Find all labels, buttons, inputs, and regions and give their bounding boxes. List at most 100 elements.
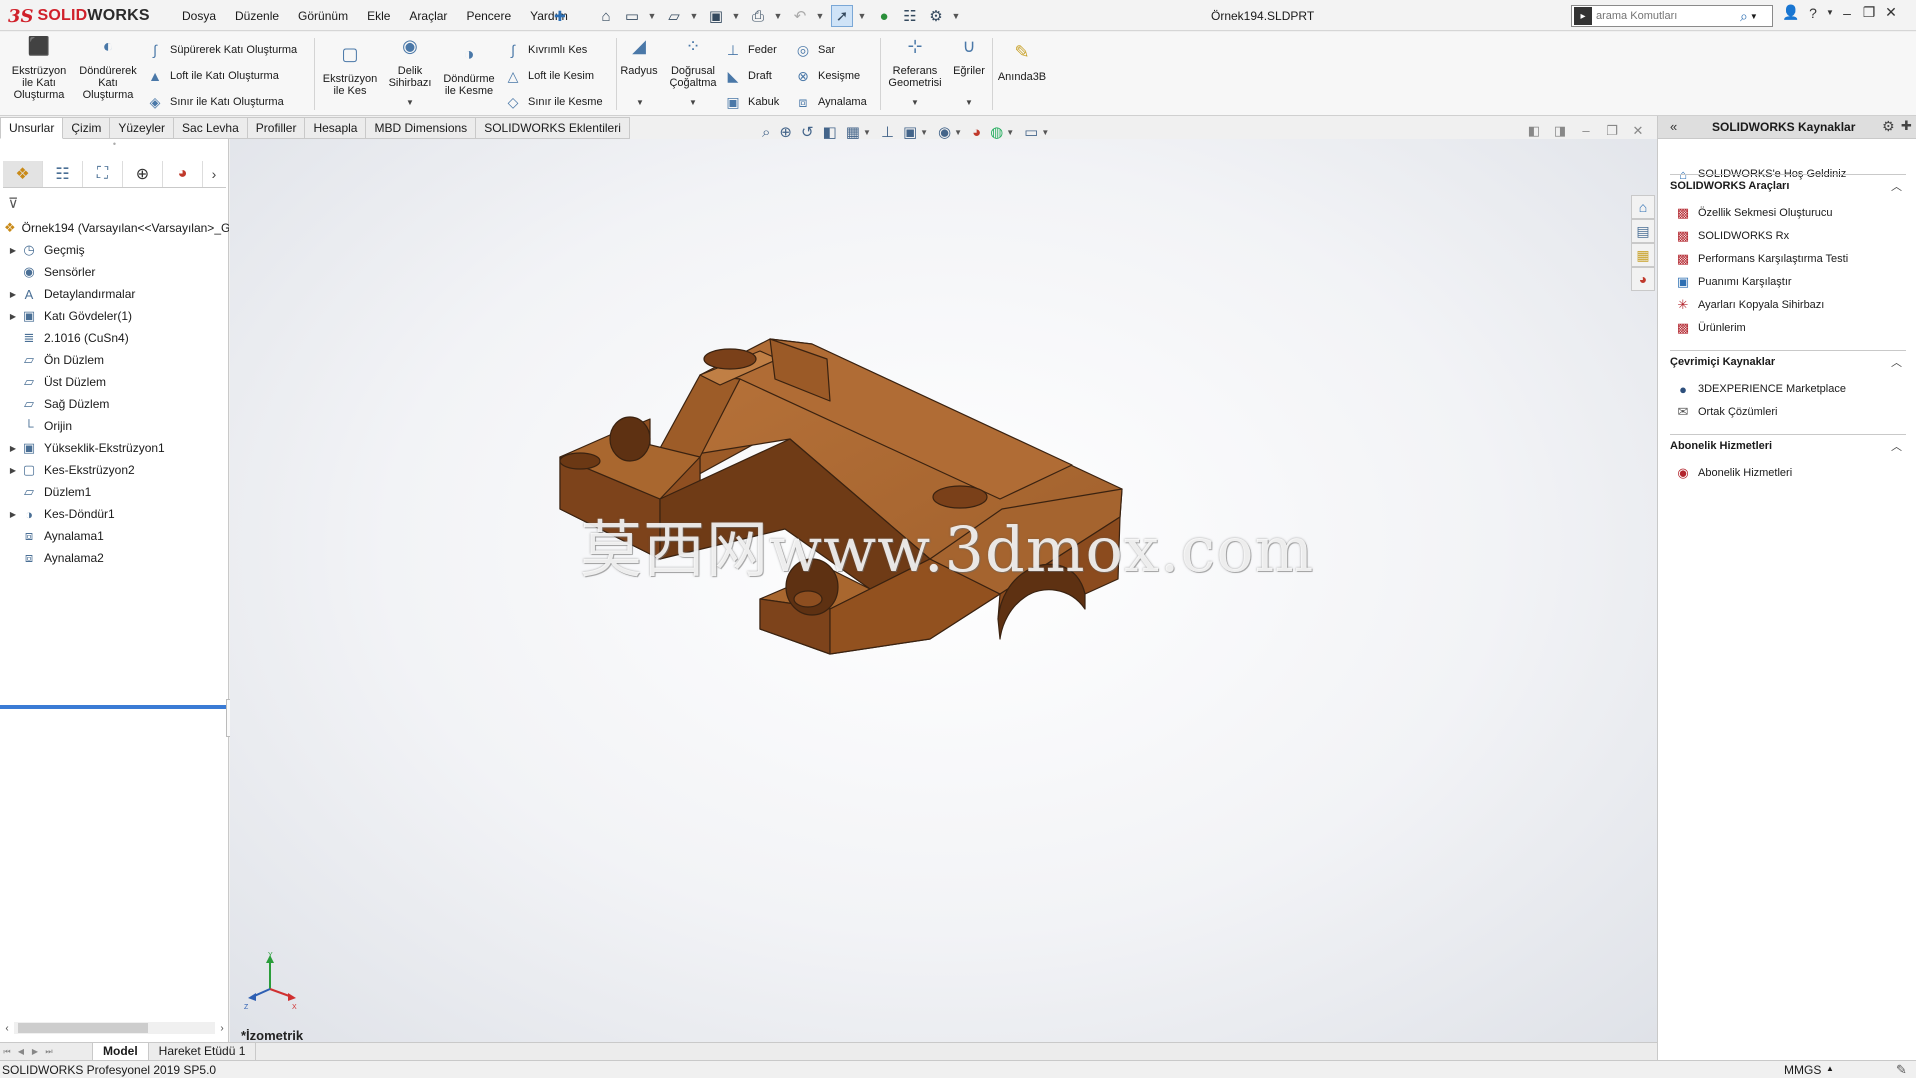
scroll-thumb[interactable] xyxy=(18,1023,148,1033)
select-cursor-icon[interactable]: ➚ xyxy=(831,5,853,27)
swept-cut-button[interactable]: ∫ Kıvrımlı Kes xyxy=(504,40,587,60)
previous-tab-icon[interactable]: ◀ xyxy=(14,1047,28,1056)
reference-triad[interactable]: Y X Z xyxy=(242,951,302,1011)
linear-pattern-button[interactable]: ⁘ Doğrusal Çoğaltma xyxy=(662,37,724,89)
next-tab-icon[interactable]: ▶ xyxy=(28,1047,42,1056)
first-tab-icon[interactable]: ⏮ xyxy=(0,1047,14,1057)
tp-item[interactable]: ▩ SOLIDWORKS Rx xyxy=(1674,226,1789,246)
search-mode-icon[interactable]: ▸ xyxy=(1574,7,1592,25)
search-icon[interactable]: ⌕ xyxy=(1740,8,1748,25)
command-search[interactable]: ▸ ⌕ ▼ xyxy=(1571,5,1773,27)
tile-left-icon[interactable]: ◧ xyxy=(1521,123,1547,139)
chevron-up-icon[interactable]: ︿ xyxy=(1891,438,1902,454)
tp-item[interactable]: ▩ Özellik Sekmesi Oluşturucu xyxy=(1674,203,1833,223)
unit-system[interactable]: MMGS xyxy=(1784,1063,1821,1077)
chevron-up-icon[interactable]: ︿ xyxy=(1891,178,1902,194)
extrude-cut-button[interactable]: ▢ Ekstrüzyon ile Kes xyxy=(318,45,382,97)
save-dropdown-icon[interactable]: ▼ xyxy=(731,5,741,27)
home-icon[interactable]: ⌂ xyxy=(595,5,617,27)
more-tabs-chevron-icon[interactable]: › xyxy=(203,161,225,187)
tree-item[interactable]: ◉ Sensörler xyxy=(0,261,229,283)
file-explorer-icon[interactable]: ▦ xyxy=(1631,243,1655,267)
revolve-boss-button[interactable]: ◐ Döndürerek Katı Oluşturma xyxy=(76,37,140,101)
expand-arrow-icon[interactable]: ▶ xyxy=(6,312,20,321)
tab-profiles[interactable]: Profiller xyxy=(247,117,306,139)
tree-item[interactable]: ▱ Sağ Düzlem xyxy=(0,393,229,415)
expand-arrow-icon[interactable]: ▶ xyxy=(6,290,20,299)
view-orientation-dropdown-icon[interactable]: ▼ xyxy=(863,128,871,137)
search-input[interactable] xyxy=(1596,10,1736,22)
feature-manager-tab-icon[interactable]: ❖ xyxy=(3,161,43,187)
tree-item[interactable]: ▱ Üst Düzlem xyxy=(0,371,229,393)
tp-item[interactable]: ◉ Abonelik Hizmetleri xyxy=(1674,463,1792,483)
expand-arrow-icon[interactable]: ▶ xyxy=(6,246,20,255)
extrude-boss-button[interactable]: ⬛ Ekstrüzyon ile Katı Oluşturma xyxy=(8,37,70,101)
tp-item[interactable]: ▩ Performans Karşılaştırma Testi xyxy=(1674,249,1848,269)
expand-arrow-icon[interactable]: ▶ xyxy=(6,444,20,453)
boundary-boss-button[interactable]: ◈ Sınır ile Katı Oluşturma xyxy=(146,92,284,112)
intersect-button[interactable]: ⊗ Kesişme xyxy=(794,66,860,86)
tree-item[interactable]: ▶ A Detaylandırmalar xyxy=(0,283,229,305)
property-manager-tab-icon[interactable]: ☷ xyxy=(43,161,83,187)
hole-wizard-dropdown-icon[interactable]: ▼ xyxy=(406,98,414,107)
collapse-pane-icon[interactable]: « xyxy=(1670,119,1677,134)
tree-item[interactable]: ▶ ▢ Kes-Ekstrüzyon2 xyxy=(0,459,229,481)
new-document-icon[interactable]: ▭ xyxy=(621,5,643,27)
edit-appearance-icon[interactable]: ◕ xyxy=(972,124,981,141)
tab-sketch[interactable]: Çizim xyxy=(63,117,111,139)
scroll-left-icon[interactable]: ‹ xyxy=(0,1023,14,1034)
user-icon[interactable]: 👤 xyxy=(1780,4,1802,21)
expand-arrow-icon[interactable]: ▶ xyxy=(6,466,20,475)
tab-evaluate[interactable]: Hesapla xyxy=(305,117,367,139)
print-dropdown-icon[interactable]: ▼ xyxy=(773,5,783,27)
task-pane-settings-icon[interactable]: ⚙ xyxy=(1882,118,1895,135)
tree-item[interactable]: ⧈ Aynalama1 xyxy=(0,525,229,547)
undo-icon[interactable]: ↶ xyxy=(789,5,811,27)
print-icon[interactable]: ⎙ xyxy=(747,5,769,27)
draft-button[interactable]: ◣ Draft xyxy=(724,66,772,86)
section-solidworks-tools[interactable]: SOLIDWORKS Araçları ︿ xyxy=(1670,174,1906,194)
curves-dropdown-icon[interactable]: ▼ xyxy=(965,98,973,107)
fillet-button[interactable]: ◢ Radyus xyxy=(618,37,660,77)
menu-insert[interactable]: Ekle xyxy=(367,9,390,23)
design-library-icon[interactable]: ▤ xyxy=(1631,219,1655,243)
curves-button[interactable]: ∪ Eğriler xyxy=(948,37,990,77)
loft-boss-button[interactable]: ▲ Loft ile Katı Oluşturma xyxy=(146,66,279,86)
graphics-area[interactable]: 莫西网www.3dmox.com Y X Z *İzometrik ⌂ ▤ ▦ … xyxy=(230,139,1657,1042)
tab-mbd-dimensions[interactable]: MBD Dimensions xyxy=(366,117,477,139)
tab-sheet-metal[interactable]: Sac Levha xyxy=(174,117,248,139)
restore-icon[interactable]: ❐ xyxy=(1858,4,1880,21)
tree-item[interactable]: ▶ ◑ Kes-Döndür1 xyxy=(0,503,229,525)
tree-item[interactable]: ▶ ▣ Yükseklik-Ekstrüzyon1 xyxy=(0,437,229,459)
expand-arrow-icon[interactable]: ▶ xyxy=(6,510,20,519)
tree-item[interactable]: ▶ ▣ Katı Gövdeler(1) xyxy=(0,305,229,327)
tp-item[interactable]: ✉ Ortak Çözümleri xyxy=(1674,402,1778,422)
tab-motion-study[interactable]: Hareket Etüdü 1 xyxy=(149,1043,257,1060)
scene-dropdown-icon[interactable]: ▼ xyxy=(1006,128,1014,137)
unit-system-dropdown-icon[interactable]: ▲ xyxy=(1826,1064,1834,1073)
loft-cut-button[interactable]: △ Loft ile Kesim xyxy=(504,66,594,86)
configuration-manager-tab-icon[interactable]: ⛶ xyxy=(83,161,123,187)
zoom-to-fit-icon[interactable]: ⌕ xyxy=(762,124,770,141)
filter-icon[interactable]: ⊽ xyxy=(8,195,18,212)
wrap-button[interactable]: ◎ Sar xyxy=(794,40,835,60)
hide-show-dropdown-icon[interactable]: ▼ xyxy=(954,128,962,137)
resources-home-icon[interactable]: ⌂ xyxy=(1631,195,1655,219)
select-dropdown-icon[interactable]: ▼ xyxy=(857,5,867,27)
fillet-dropdown-icon[interactable]: ▼ xyxy=(636,98,644,107)
tree-item[interactable]: ⧈ Aynalama2 xyxy=(0,547,229,569)
pattern-dropdown-icon[interactable]: ▼ xyxy=(689,98,697,107)
rollback-bar[interactable] xyxy=(0,705,226,709)
scroll-track[interactable] xyxy=(14,1022,215,1034)
dimxpert-manager-tab-icon[interactable]: ⊕ xyxy=(123,161,163,187)
tab-model[interactable]: Model xyxy=(92,1043,149,1060)
pin-menu-icon[interactable]: ✚ xyxy=(554,8,568,24)
help-dropdown-icon[interactable]: ▼ xyxy=(1824,8,1836,17)
tab-solidworks-addins[interactable]: SOLIDWORKS Eklentileri xyxy=(476,117,630,139)
viewport-close-icon[interactable]: ✕ xyxy=(1625,123,1651,139)
viewport-minimize-icon[interactable]: – xyxy=(1573,123,1599,139)
menu-tools[interactable]: Araçlar xyxy=(409,9,447,23)
scroll-right-icon[interactable]: › xyxy=(215,1023,229,1034)
swept-boss-button[interactable]: ∫ Süpürerek Katı Oluşturma xyxy=(146,40,297,60)
tab-surfaces[interactable]: Yüzeyler xyxy=(110,117,175,139)
